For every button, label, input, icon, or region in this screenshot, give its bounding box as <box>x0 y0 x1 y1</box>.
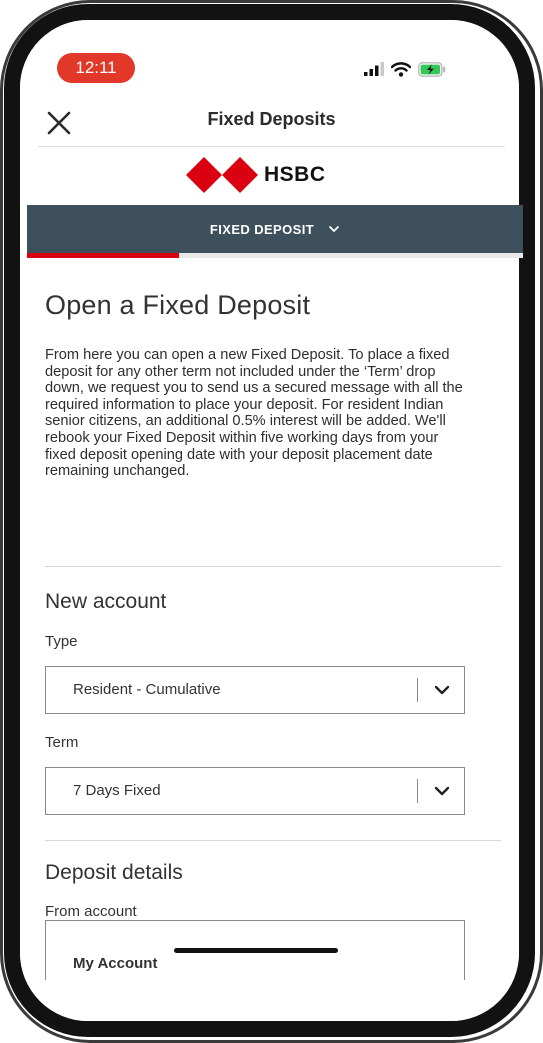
term-label: Term <box>45 734 79 751</box>
status-icons <box>364 59 446 79</box>
from-account-label: From account <box>45 903 137 920</box>
brand-name: HSBC <box>264 163 326 186</box>
battery-charging-icon <box>418 61 446 77</box>
section-divider <box>45 840 501 841</box>
select-divider <box>417 779 418 803</box>
header-divider <box>38 146 505 147</box>
hsbc-hexagon-logo-icon <box>186 157 258 193</box>
status-time: 12:11 <box>57 53 135 83</box>
cellular-signal-icon <box>364 62 384 76</box>
home-indicator[interactable] <box>174 948 338 953</box>
fixed-deposit-menu[interactable]: FIXED DEPOSIT <box>27 205 523 253</box>
nav-active-indicator <box>27 253 179 258</box>
chevron-down-icon <box>434 786 450 796</box>
term-select[interactable]: 7 Days Fixed <box>45 767 465 815</box>
type-label: Type <box>45 633 78 650</box>
page-title: Open a Fixed Deposit <box>45 290 311 320</box>
type-select-value: Resident - Cumulative <box>73 681 221 698</box>
hsbc-brand: HSBC <box>186 157 326 193</box>
page-header-title: Fixed Deposits <box>207 109 336 129</box>
from-account-value: My Account <box>73 955 158 972</box>
term-select-value: 7 Days Fixed <box>73 782 161 799</box>
select-divider <box>417 678 418 702</box>
new-account-heading: New account <box>45 590 167 613</box>
wifi-icon <box>391 61 411 77</box>
chevron-down-icon <box>434 685 450 695</box>
section-divider <box>45 566 501 567</box>
chevron-down-icon <box>329 226 339 232</box>
deposit-details-heading: Deposit details <box>45 861 183 884</box>
type-select[interactable]: Resident - Cumulative <box>45 666 465 714</box>
fixed-deposit-menu-label: FIXED DEPOSIT <box>209 221 315 237</box>
intro-paragraph: From here you can open a new Fixed Depos… <box>45 347 463 480</box>
